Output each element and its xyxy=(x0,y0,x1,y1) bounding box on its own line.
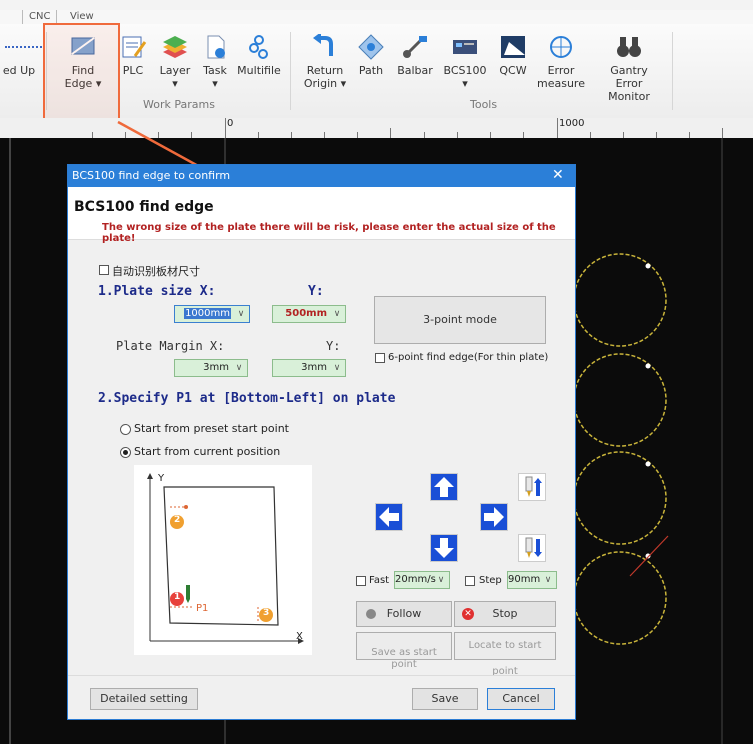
plate-y-select[interactable]: 500mm ∨ xyxy=(272,305,346,323)
save-button[interactable]: Save xyxy=(412,688,478,710)
cancel-button[interactable]: Cancel xyxy=(487,688,555,710)
plate-y-label: Y: xyxy=(308,284,324,299)
chevron-down-icon: ∨ xyxy=(237,309,245,319)
diagram-p1-label: P1 xyxy=(196,603,209,614)
chevron-down-icon: ∨ xyxy=(333,363,341,373)
plate-diagram: Y X P1 1 2 3 xyxy=(134,465,312,655)
diagram-badge-2: 2 xyxy=(174,515,181,525)
six-point-checkbox[interactable] xyxy=(375,353,385,363)
arrow-left-icon xyxy=(376,504,402,530)
dialog-heading: BCS100 find edge xyxy=(74,199,214,215)
z-down-icon xyxy=(525,537,542,558)
follow-icon xyxy=(366,609,376,619)
auto-detect-checkbox[interactable] xyxy=(99,265,109,275)
stop-icon: ✕ xyxy=(462,608,474,620)
follow-button[interactable]: Follow xyxy=(356,601,452,627)
step-value: 90mm xyxy=(508,574,541,585)
plate-x-select[interactable]: 1000mm ∨ xyxy=(174,305,250,323)
save-label: Save xyxy=(431,692,459,705)
step-select[interactable]: 90mm ∨ xyxy=(507,571,557,589)
arrow-up-icon xyxy=(431,474,457,500)
stop-button[interactable]: ✕ Stop xyxy=(454,601,556,627)
chevron-down-icon: ∨ xyxy=(544,575,552,585)
locate-start-point-button[interactable]: Locate to start point xyxy=(454,632,556,677)
dialog-titlebar: BCS100 find edge to confirm ✕ xyxy=(68,165,575,187)
size-warning-text: The wrong size of the plate there will b… xyxy=(102,222,556,244)
specify-p1-label: 2.Specify P1 at [Bottom-Left] on plate xyxy=(98,391,396,406)
margin-x-value: 3mm xyxy=(203,362,229,373)
auto-detect-label: 自动识别板材尺寸 xyxy=(112,265,200,278)
margin-y-select[interactable]: 3mm ∨ xyxy=(272,359,346,377)
follow-label: Follow xyxy=(386,607,422,620)
save-start-label: Save as start point xyxy=(371,647,437,670)
plate-y-value: 500mm xyxy=(285,308,327,319)
step-label: Step xyxy=(479,575,502,586)
close-icon[interactable]: ✕ xyxy=(552,167,564,183)
fast-speed-select[interactable]: 20mm/s ∨ xyxy=(394,571,450,589)
arrow-down-icon xyxy=(431,535,457,561)
jog-left-button[interactable] xyxy=(375,503,403,531)
stop-label: Stop xyxy=(492,607,518,620)
three-point-label: 3-point mode xyxy=(423,313,497,326)
radio-current[interactable] xyxy=(120,447,131,458)
cancel-label: Cancel xyxy=(502,692,540,705)
diagram-badge-1: 1 xyxy=(174,592,181,602)
radio-current-label: Start from current position xyxy=(134,445,281,458)
z-up-icon xyxy=(525,476,542,497)
jog-up-button[interactable] xyxy=(430,473,458,501)
detailed-setting-label: Detailed setting xyxy=(100,692,188,705)
dialog-title: BCS100 find edge to confirm xyxy=(72,169,231,182)
chevron-down-icon: ∨ xyxy=(437,575,445,585)
chevron-down-icon: ∨ xyxy=(235,363,243,373)
plate-size-label: 1.Plate size X: xyxy=(98,284,216,299)
find-edge-dialog: BCS100 find edge to confirm ✕ BCS100 fin… xyxy=(67,164,576,720)
locate-start-label: Locate to start point xyxy=(468,640,542,677)
diagram-y-axis-label: Y xyxy=(158,473,165,484)
jog-right-button[interactable] xyxy=(480,503,508,531)
diagram-badge-3: 3 xyxy=(263,608,270,618)
radio-preset-label: Start from preset start point xyxy=(134,422,289,435)
fast-speed-value: 20mm/s xyxy=(395,574,436,585)
arrow-right-icon xyxy=(481,504,507,530)
plate-x-value: 1000mm xyxy=(184,308,231,319)
radio-preset[interactable] xyxy=(120,424,131,435)
z-up-button[interactable] xyxy=(518,473,546,501)
plate-margin-label: Plate Margin X: xyxy=(116,339,225,353)
six-point-label: 6-point find edge(For thin plate) xyxy=(388,352,549,363)
three-point-mode-button[interactable]: 3-point mode xyxy=(374,296,546,344)
margin-y-value: 3mm xyxy=(301,362,327,373)
step-checkbox[interactable] xyxy=(465,576,475,586)
margin-y-label: Y: xyxy=(326,339,341,353)
z-down-button[interactable] xyxy=(518,534,546,562)
diagram-x-axis-label: X xyxy=(296,631,303,642)
margin-x-select[interactable]: 3mm ∨ xyxy=(174,359,248,377)
save-start-point-button[interactable]: Save as start point xyxy=(356,632,452,670)
jog-down-button[interactable] xyxy=(430,534,458,562)
dialog-header: BCS100 find edge The wrong size of the p… xyxy=(68,187,575,244)
footer-divider xyxy=(68,675,575,676)
detailed-setting-button[interactable]: Detailed setting xyxy=(90,688,198,710)
fast-checkbox[interactable] xyxy=(356,576,366,586)
chevron-down-icon: ∨ xyxy=(333,309,341,319)
fast-label: Fast xyxy=(369,575,390,586)
